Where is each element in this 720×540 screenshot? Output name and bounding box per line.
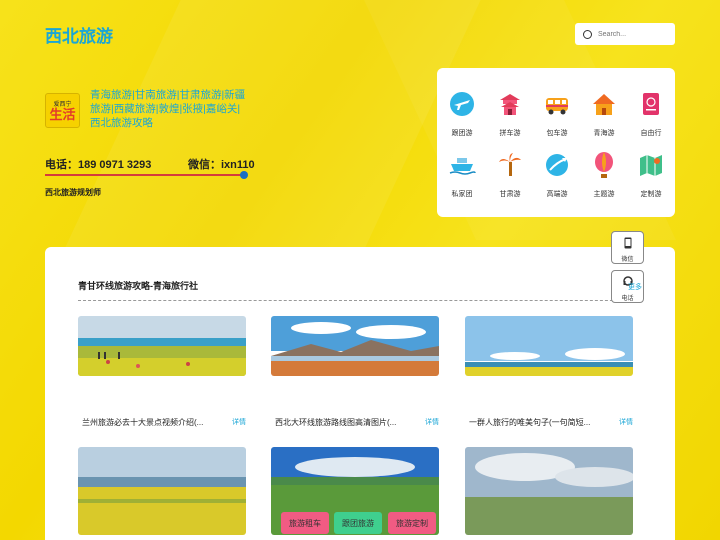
car-rental-button[interactable]: 旅游租车 [281,512,329,534]
category-custom[interactable]: 定制游 [631,151,671,199]
article-thumbnail[interactable] [78,316,246,376]
logo: 爱西宁 生活 [45,93,80,128]
temple-icon [500,94,520,115]
airplane-icon [450,92,474,116]
hot-air-balloon-icon [595,152,613,178]
globe-icon [546,154,568,176]
passport-icon [643,93,659,115]
wechat-text: 微信：ixn110 [188,159,255,171]
lake-flowers-image [78,316,246,376]
search-icon [583,29,592,39]
house-icon [593,94,615,115]
wechat-button[interactable]: 微信 [611,231,644,264]
site-title[interactable]: 西北旅游 [45,22,113,47]
category-qinghai[interactable]: 青海游 [584,90,624,138]
phone-icon [624,237,631,249]
article-thumbnail[interactable] [78,447,246,535]
divider-dot [240,171,248,179]
group-tour-button[interactable]: 跟团旅游 [334,512,382,534]
article-thumbnail[interactable] [465,447,633,535]
article-title[interactable]: 西北大环线旅游路线图高清图片(... [275,417,396,428]
details-link[interactable]: 详情 [619,417,633,427]
category-carpool[interactable]: 拼车游 [490,90,530,138]
category-gansu[interactable]: 甘肃游 [490,151,530,199]
phone-text: 电话：189 0971 3293 [45,159,152,171]
category-private-group[interactable]: 私家团 [442,151,482,199]
dotted-divider [78,300,633,301]
mountain-lake-image [271,316,439,376]
map-icon [640,155,662,176]
planner-label: 西北旅游规划师 [45,188,101,197]
rapeseed-field-image [78,447,246,535]
article-thumbnail[interactable] [465,316,633,376]
details-link[interactable]: 详情 [425,417,439,427]
intro-links[interactable]: 青海旅游|甘南旅游|甘肃旅游|新疆旅游|西藏旅游|敦煌|张掖|嘉峪关|西北旅游攻… [90,88,250,130]
article-thumbnail[interactable] [271,316,439,376]
category-tour-group[interactable]: 跟团游 [442,90,482,138]
article-title[interactable]: 兰州旅游必去十大景点视频介绍(... [82,417,203,428]
article-title[interactable]: 一群人旅行的唯美句子(一句简短... [469,417,590,428]
more-link[interactable]: 更多 [628,282,642,292]
bus-icon [546,98,568,115]
details-link[interactable]: 详情 [232,417,246,427]
category-charter[interactable]: 包车游 [537,90,577,138]
category-theme[interactable]: 主题游 [584,151,624,199]
category-free-travel[interactable]: 自由行 [631,90,671,138]
cruise-ship-icon [449,158,476,175]
palm-tree-icon [499,153,521,176]
sky-lake-image [465,316,633,376]
section-title: 青甘环线旅游攻略-青海旅行社 [78,281,198,291]
divider-line [45,174,245,176]
custom-tour-button[interactable]: 旅游定制 [388,512,436,534]
cloudy-grassland-image [465,447,633,535]
search-input[interactable] [598,30,668,38]
category-luxury[interactable]: 高端游 [537,151,577,199]
search-box[interactable] [575,23,675,45]
